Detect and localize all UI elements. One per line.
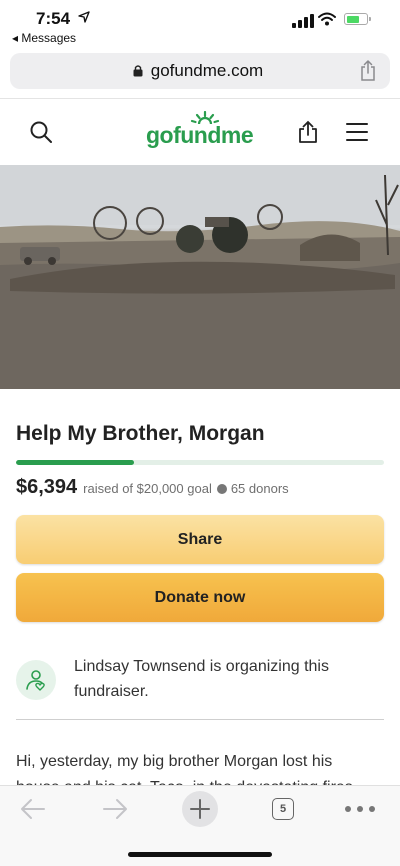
battery-level xyxy=(346,15,360,23)
share-icon[interactable] xyxy=(360,60,376,81)
hero-scene xyxy=(0,165,400,389)
raised-summary: $6,394 raised of $20,000 goal 65 donors xyxy=(16,476,289,499)
menu-icon[interactable] xyxy=(346,123,368,141)
battery-icon xyxy=(344,13,371,25)
donate-now-button[interactable]: Donate now xyxy=(16,573,384,622)
donation-progress-bar xyxy=(16,460,384,465)
status-time: 7:54 xyxy=(36,9,71,28)
gofundme-logo[interactable]: gofundme xyxy=(146,111,258,149)
campaign-hero-image xyxy=(0,165,400,389)
campaign-title: Help My Brother, Morgan xyxy=(16,422,265,445)
user-heart-icon xyxy=(26,670,45,691)
tabs-icon[interactable]: 5 xyxy=(272,798,294,820)
back-to-messages[interactable]: ◂ Messages xyxy=(12,31,76,45)
separator-dot xyxy=(216,484,227,494)
forward-arrow-icon[interactable] xyxy=(102,798,128,820)
url-bar[interactable]: gofundme.com xyxy=(10,53,390,89)
home-indicator[interactable] xyxy=(128,852,272,857)
divider xyxy=(16,719,384,720)
share-button[interactable]: Share xyxy=(16,515,384,564)
share-icon[interactable] xyxy=(297,120,319,144)
location-arrow-icon xyxy=(78,11,90,23)
campaign-story: Hi, yesterday, my big brother Morgan los… xyxy=(16,753,353,789)
goal-text: raised of $20,000 goal xyxy=(83,481,212,496)
status-bar: 7:54 ◂ Messages xyxy=(0,0,400,48)
more-icon[interactable] xyxy=(345,806,375,812)
url-text[interactable]: gofundme.com xyxy=(10,61,390,81)
donor-count[interactable]: 65 donors xyxy=(231,481,289,496)
progress-fill xyxy=(16,460,134,465)
wifi-icon xyxy=(318,12,336,26)
organizer-text[interactable]: Lindsay Townsend is organizing this fund… xyxy=(74,654,364,704)
amount-raised: $6,394 xyxy=(16,476,78,498)
back-arrow-icon[interactable] xyxy=(20,798,46,820)
signal-icon xyxy=(292,14,314,28)
organizer-avatar xyxy=(16,660,56,700)
site-header: gofundme xyxy=(0,99,400,165)
plus-icon[interactable] xyxy=(182,791,218,827)
search-icon[interactable] xyxy=(30,121,52,143)
logo-text: gofundme xyxy=(146,122,254,148)
